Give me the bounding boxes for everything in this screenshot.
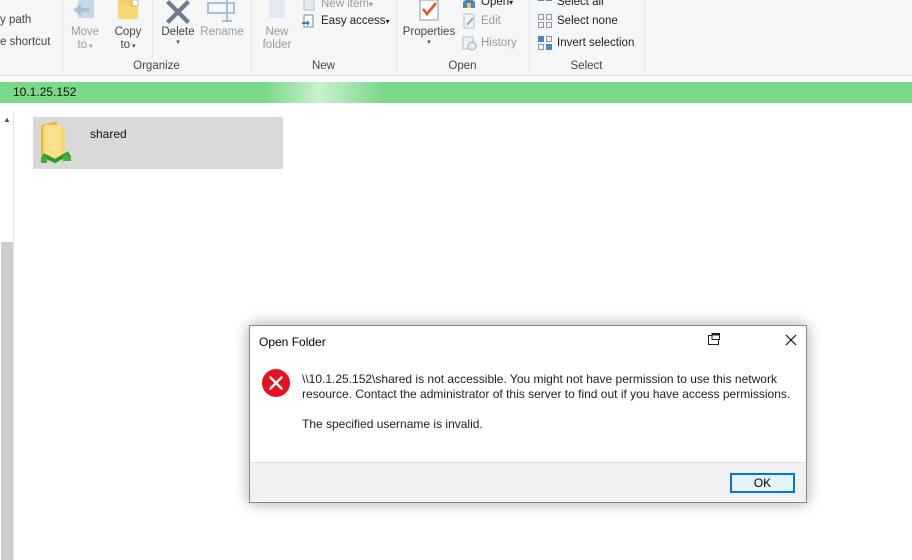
organize-group-label: Organize (133, 60, 180, 72)
easy-access-label: Easy access (321, 15, 386, 27)
invert-selection-button[interactable]: Invert selection (537, 34, 634, 52)
delete-x-icon (166, 0, 190, 24)
dialog-detail: The specified username is invalid. (302, 417, 483, 431)
invert-selection-label: Invert selection (557, 37, 635, 49)
select-none-button[interactable]: Select none (537, 12, 618, 30)
copy-to-icon (118, 0, 139, 19)
open-folder-dialog: Open Folder \\10.1.25.152\shared is not … (249, 325, 807, 503)
address-bar[interactable]: 10.1.25.152 (0, 82, 912, 103)
list-item[interactable]: shared (33, 117, 283, 169)
move-to-label-line2: to (77, 39, 88, 51)
new-folder-button[interactable]: New folder (258, 0, 296, 52)
select-group-label: Select (570, 60, 603, 72)
new-group-label: New (311, 60, 335, 72)
history-button[interactable]: History (461, 34, 517, 52)
delete-button[interactable]: Delete ▾ (158, 0, 198, 47)
new-item-icon (303, 0, 315, 11)
history-icon (462, 36, 477, 51)
ok-button[interactable]: OK (730, 473, 795, 493)
edit-button[interactable]: Edit (461, 12, 501, 30)
navigation-pane: ▲ (0, 111, 14, 560)
new-folder-label-line2: folder (262, 39, 292, 51)
open-icon (463, 0, 475, 8)
properties-icon (419, 0, 439, 21)
select-all-icon (538, 0, 552, 1)
chevron-down-icon: ▾ (385, 16, 390, 26)
ribbon: y path e shortcut Move to ▾ Copy to ▾ De… (0, 0, 912, 76)
open-label: Open (481, 0, 510, 8)
dialog-message: \\10.1.25.152\shared is not accessible. … (302, 372, 791, 401)
new-item-label: New item (321, 0, 369, 10)
new-folder-label: New (265, 26, 289, 38)
scroll-up-arrow-icon[interactable]: ▲ (3, 115, 11, 124)
edit-label: Edit (481, 15, 501, 27)
copy-to-label-line2: to (120, 39, 131, 51)
properties-button[interactable]: Properties ▾ (401, 0, 457, 47)
open-button[interactable]: Open ▾ (461, 0, 513, 11)
easy-access-icon (302, 14, 314, 28)
delete-label: Delete (161, 26, 195, 38)
history-label: History (481, 37, 517, 49)
invert-selection-icon (538, 36, 552, 50)
scrollbar-thumb[interactable] (1, 242, 13, 560)
select-all-label: Select all (557, 0, 604, 8)
select-all-button[interactable]: Select all (537, 0, 604, 11)
open-group-label: Open (448, 60, 477, 72)
dialog-window-icon[interactable] (707, 333, 721, 347)
move-to-button[interactable]: Move to ▾ (67, 0, 103, 52)
easy-access-button[interactable]: Easy access ▾ (301, 12, 390, 30)
address-path[interactable]: 10.1.25.152 (13, 85, 76, 99)
select-none-label: Select none (557, 15, 618, 27)
dialog-footer: OK (250, 462, 806, 502)
chevron-down-icon: ▾ (427, 39, 431, 46)
move-to-icon (73, 0, 94, 18)
dialog-title: Open Folder (259, 335, 326, 349)
chevron-down-icon: ▾ (368, 0, 373, 9)
group-separator (644, 0, 645, 72)
rename-button[interactable]: Rename (199, 0, 245, 39)
chevron-down-icon: ▾ (176, 39, 180, 46)
copy-path-button[interactable]: y path (0, 14, 31, 26)
chevron-down-icon: ▾ (509, 0, 514, 7)
select-none-icon (538, 14, 552, 28)
rename-label: Rename (200, 26, 244, 38)
chevron-down-icon: ▾ (87, 43, 93, 50)
error-icon (262, 369, 290, 397)
copy-to-button[interactable]: Copy to ▾ (110, 0, 146, 52)
chevron-down-icon: ▾ (130, 43, 136, 50)
new-folder-icon (269, 0, 285, 18)
move-to-label: Move (70, 26, 100, 38)
properties-label: Properties (402, 26, 456, 38)
rename-icon (207, 0, 235, 22)
edit-icon (463, 13, 475, 29)
network-folder-icon (41, 121, 71, 164)
item-name: shared (90, 127, 127, 141)
copy-to-label: Copy (114, 26, 142, 38)
close-icon[interactable] (783, 332, 799, 348)
divider (152, 0, 153, 58)
paste-shortcut-button[interactable]: e shortcut (0, 36, 51, 48)
